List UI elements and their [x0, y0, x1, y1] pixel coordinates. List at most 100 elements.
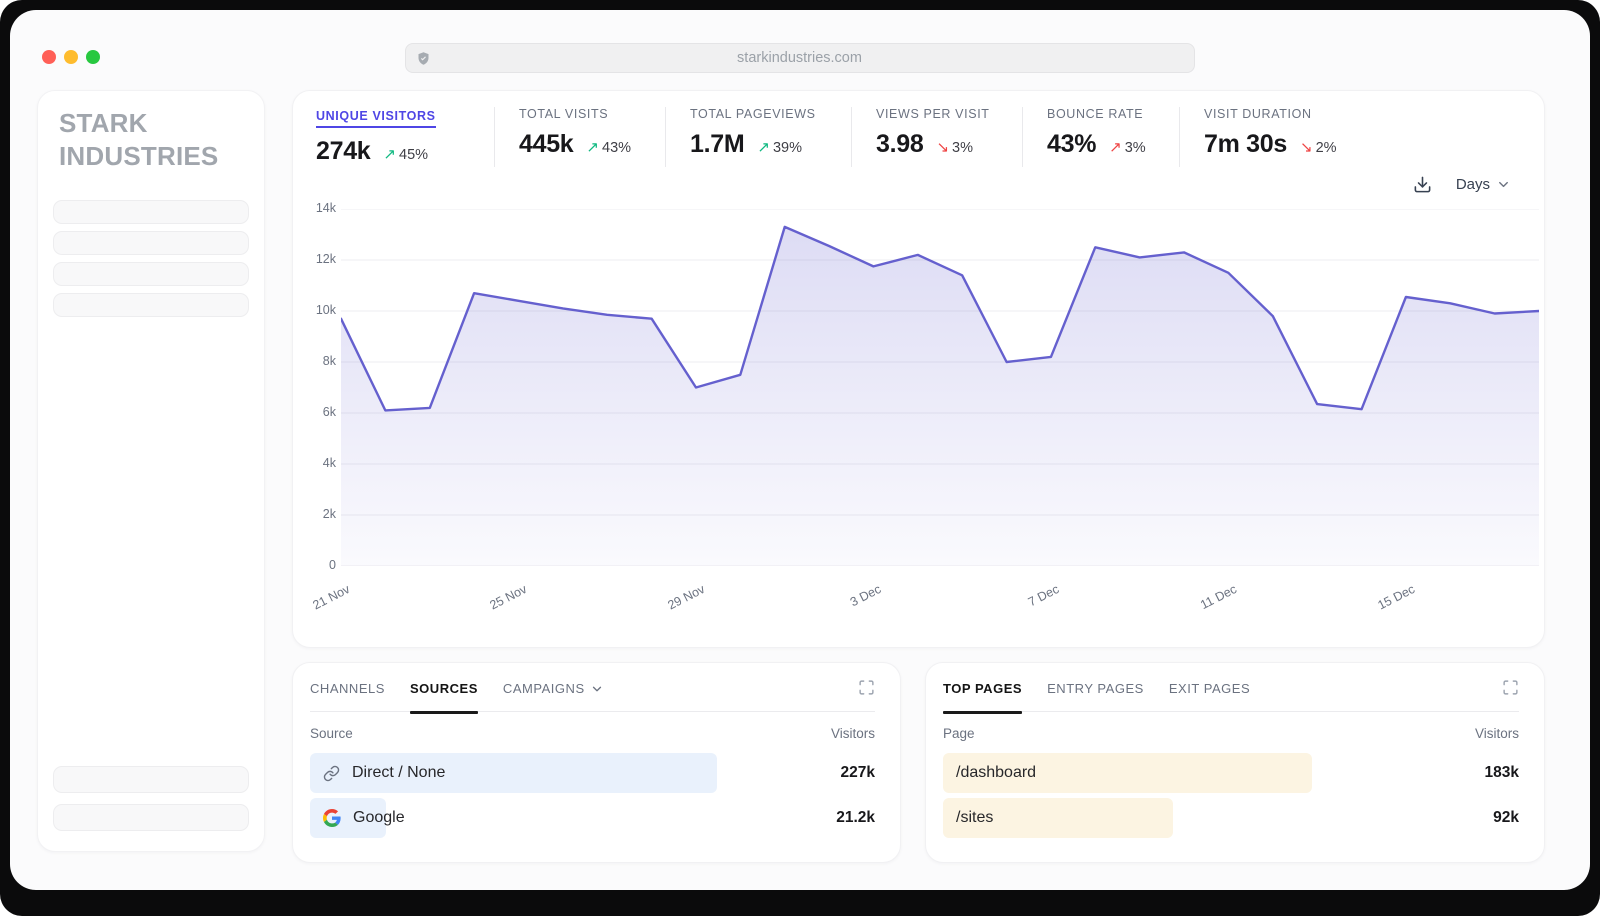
trend-up-icon: ↗	[383, 146, 396, 163]
tab-label: ENTRY PAGES	[1047, 681, 1144, 696]
list-item-direct-none[interactable]: Direct / None227k	[310, 753, 875, 793]
sidebar: STARK INDUSTRIES	[37, 90, 265, 852]
list-item-sites[interactable]: /sites92k	[943, 798, 1519, 838]
browser-window: starkindustries.com STARK INDUSTRIES UNI…	[10, 10, 1590, 890]
sources-table-header: Source Visitors	[310, 712, 875, 753]
y-tick-label: 12k	[316, 252, 336, 266]
sources-tabs: CHANNELS SOURCES CAMPAIGNS	[310, 681, 875, 712]
interval-dropdown[interactable]: Days	[1456, 176, 1511, 193]
stat-trend: ↗39%	[757, 138, 802, 156]
stat-value-row: 1.7M ↗39%	[690, 130, 851, 159]
chevron-down-icon	[1496, 177, 1511, 192]
stat-total-pageviews[interactable]: TOTAL PAGEVIEWS 1.7M ↗39%	[666, 107, 852, 167]
stat-views-per-visit[interactable]: VIEWS PER VISIT 3.98 ↘3%	[852, 107, 1023, 167]
stat-trend: ↗45%	[383, 145, 428, 163]
sidebar-footer-skeleton	[53, 766, 249, 831]
x-tick-label: 3 Dec	[848, 582, 883, 609]
tab-channels[interactable]: CHANNELS	[310, 681, 385, 696]
tab-sources[interactable]: SOURCES	[410, 681, 478, 696]
stat-delta: 2%	[1316, 140, 1337, 156]
stat-unique-visitors[interactable]: UNIQUE VISITORS274k↗45%	[316, 107, 495, 167]
tab-label: EXIT PAGES	[1169, 681, 1250, 696]
area-chart-svg	[341, 209, 1539, 566]
sidebar-skeleton-item	[53, 293, 249, 317]
interval-label: Days	[1456, 176, 1490, 193]
stat-label: VIEWS PER VISIT	[876, 107, 1022, 121]
brand-line-2: INDUSTRIES	[59, 140, 249, 173]
chevron-down-icon	[590, 682, 604, 696]
stat-value: 1.7M	[690, 130, 744, 159]
x-tick-label: 15 Dec	[1375, 582, 1417, 612]
x-tick-label: 11 Dec	[1199, 582, 1240, 612]
list-item-dashboard[interactable]: /dashboard183k	[943, 753, 1519, 793]
stat-value: 7m 30s	[1204, 130, 1287, 159]
maximize-button[interactable]	[86, 50, 100, 64]
url-bar[interactable]: starkindustries.com	[405, 43, 1195, 73]
sidebar-nav-skeleton	[53, 200, 249, 324]
y-tick-label: 2k	[323, 507, 336, 521]
chart-y-axis: 02k4k6k8k10k12k14k	[305, 209, 336, 566]
stat-value-row: 445k↗43%	[519, 130, 665, 159]
stat-value: 43%	[1047, 130, 1096, 159]
y-tick-label: 6k	[323, 405, 336, 419]
x-tick-label: 7 Dec	[1026, 582, 1061, 609]
stat-label: TOTAL PAGEVIEWS	[690, 107, 851, 121]
sidebar-skeleton-item	[53, 804, 249, 831]
stat-label: TOTAL VISITS	[519, 107, 665, 121]
x-tick-label: 21 Nov	[310, 582, 352, 612]
column-source: Source	[310, 726, 353, 741]
download-button[interactable]	[1413, 175, 1432, 194]
close-button[interactable]	[42, 50, 56, 64]
row-label: Google	[353, 809, 405, 827]
sidebar-skeleton-item	[53, 200, 249, 224]
chart-x-axis: 21 Nov25 Nov29 Nov3 Dec7 Dec11 Dec15 Dec	[341, 566, 1539, 624]
tab-campaigns[interactable]: CAMPAIGNS	[503, 681, 604, 696]
trend-up-icon: ↗	[586, 139, 599, 156]
stat-delta: 3%	[952, 140, 973, 156]
y-tick-label: 4k	[323, 456, 336, 470]
stat-value: 3.98	[876, 130, 923, 159]
chart-plot-area	[341, 209, 1539, 566]
stat-bounce-rate[interactable]: BOUNCE RATE43%↗3%	[1023, 107, 1180, 167]
tab-label: CAMPAIGNS	[503, 681, 585, 696]
row-value: 21.2k	[836, 809, 875, 827]
tab-label: TOP PAGES	[943, 681, 1022, 696]
stat-trend: ↗43%	[586, 138, 631, 156]
tab-label: SOURCES	[410, 681, 478, 696]
trend-down-icon: ↘	[1300, 139, 1313, 156]
stat-delta: 39%	[773, 140, 802, 156]
expand-icon	[858, 679, 875, 696]
expand-button[interactable]	[858, 679, 875, 696]
tab-entry-pages[interactable]: ENTRY PAGES	[1047, 681, 1144, 696]
stat-visit-duration[interactable]: VISIT DURATION 7m 30s ↘2%	[1180, 107, 1365, 167]
sidebar-skeleton-item	[53, 262, 249, 286]
x-tick-label: 29 Nov	[665, 582, 707, 612]
tab-exit-pages[interactable]: EXIT PAGES	[1169, 681, 1250, 696]
y-tick-label: 14k	[316, 201, 336, 215]
stat-trend: ↘3%	[936, 138, 973, 156]
expand-icon	[1502, 679, 1519, 696]
brand-line-1: STARK	[59, 107, 249, 140]
url-text: starkindustries.com	[431, 50, 1184, 66]
visitors-chart: 02k4k6k8k10k12k14k	[293, 209, 1544, 624]
column-page: Page	[943, 726, 975, 741]
stat-total-visits[interactable]: TOTAL VISITS 445k↗43%	[495, 107, 666, 167]
tab-top-pages[interactable]: TOP PAGES	[943, 681, 1022, 696]
y-tick-label: 8k	[323, 354, 336, 368]
stat-delta: 43%	[602, 140, 631, 156]
window-traffic-lights	[42, 50, 100, 64]
stat-value-row: 3.98 ↘3%	[876, 130, 1022, 159]
stat-delta: 3%	[1125, 140, 1146, 156]
stat-trend: ↘2%	[1300, 138, 1337, 156]
brand-logo: STARK INDUSTRIES	[53, 107, 249, 174]
list-item-google[interactable]: Google 21.2k	[310, 798, 875, 838]
stat-label: VISIT DURATION	[1204, 107, 1337, 121]
trend-up-icon: ↗	[1109, 139, 1122, 156]
minimize-button[interactable]	[64, 50, 78, 64]
column-visitors: Visitors	[831, 726, 875, 741]
stat-value-row: 7m 30s ↘2%	[1204, 130, 1337, 159]
stat-trend: ↗3%	[1109, 138, 1146, 156]
tab-label: CHANNELS	[310, 681, 385, 696]
expand-button[interactable]	[1502, 679, 1519, 696]
row-label: Direct / None	[352, 764, 445, 782]
